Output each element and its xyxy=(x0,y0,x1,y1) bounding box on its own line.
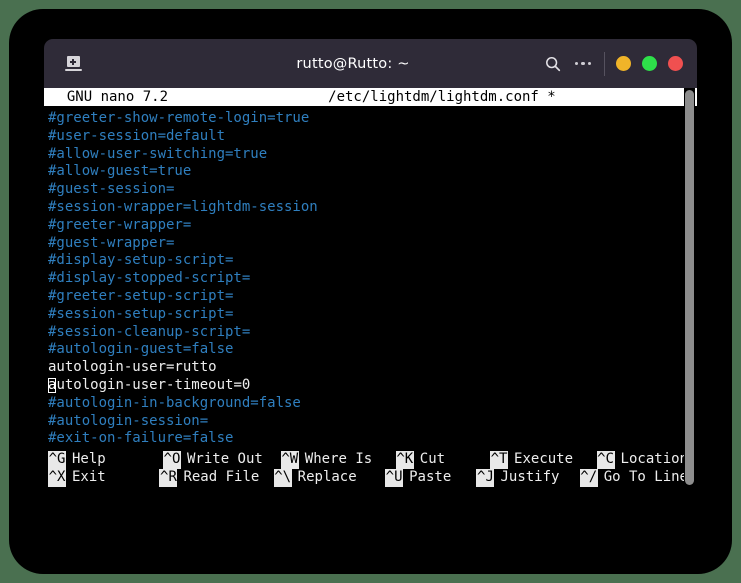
shortcut-label: Replace xyxy=(297,469,357,486)
shortcut-item[interactable]: ^W Where Is xyxy=(280,451,396,470)
editor-line: #allow-guest=true xyxy=(48,163,192,180)
editor-line: #greeter-setup-script= xyxy=(48,287,234,304)
shortcut-item[interactable]: ^U Paste xyxy=(385,469,476,487)
new-terminal-button[interactable] xyxy=(58,49,88,79)
minimize-button[interactable] xyxy=(616,56,631,71)
shortcut-item[interactable]: ^K Cut xyxy=(395,451,490,470)
desktop-frame: rutto@Rutto: ~ GNU nano 7.2 /etc/lightdm… xyxy=(9,9,732,574)
shortcut-item[interactable]: ^G Help xyxy=(48,451,163,470)
editor-line: #session-setup-script= xyxy=(48,305,234,322)
shortcut-item[interactable]: ^T Execute xyxy=(490,451,597,470)
search-button[interactable] xyxy=(538,49,568,79)
editor-line: autologin-user-timeout=0 xyxy=(48,376,251,393)
nano-title-bar: GNU nano 7.2 /etc/lightdm/lightdm.conf * xyxy=(44,88,697,106)
nano-editor[interactable]: GNU nano 7.2 /etc/lightdm/lightdm.conf *… xyxy=(44,88,697,495)
editor-line: #session-wrapper=lightdm-session xyxy=(48,198,318,215)
nano-text-area[interactable]: #greeter-show-remote-login=true #user-ses… xyxy=(44,106,697,448)
editor-line: #exit-on-failure=false xyxy=(48,430,234,447)
window-title: rutto@Rutto: ~ xyxy=(296,55,410,72)
shortcut-label: Write Out xyxy=(186,451,263,468)
scrollbar-thumb[interactable] xyxy=(685,90,694,485)
shortcut-label: Help xyxy=(72,451,106,468)
shortcut-key: ^T xyxy=(490,451,509,470)
menu-button[interactable] xyxy=(568,49,598,79)
shortcut-key: ^X xyxy=(48,469,66,487)
shortcut-label: Exit xyxy=(72,469,106,486)
shortcut-label: Read File xyxy=(183,469,260,486)
shortcut-item[interactable]: ^/ Go To Line xyxy=(579,469,688,487)
editor-line: autologin-user=rutto xyxy=(48,359,217,376)
shortcut-item[interactable]: ^\ Replace xyxy=(273,469,385,487)
editor-line: #guest-session= xyxy=(48,181,175,198)
shortcut-row-1: ^G Help ^O Write Out ^W Where Is ^K Cut ^T Execut… xyxy=(48,451,688,470)
editor-line: #greeter-wrapper= xyxy=(48,216,192,233)
editor-line: #display-setup-script= xyxy=(48,252,234,269)
shortcut-key: ^G xyxy=(48,451,66,470)
shortcut-key: ^U xyxy=(385,469,404,487)
shortcut-item[interactable]: ^J Justify xyxy=(476,469,579,487)
laptop-icon xyxy=(64,56,82,71)
terminal-window: rutto@Rutto: ~ GNU nano 7.2 /etc/lightdm… xyxy=(44,39,697,495)
shortcut-row-2: ^X Exit ^R Read File ^\ Replace ^U Paste ^J Justi… xyxy=(48,469,688,487)
editor-line: #session-cleanup-script= xyxy=(48,323,251,340)
window-controls xyxy=(616,56,683,71)
shortcut-key: ^J xyxy=(476,469,495,487)
window-titlebar: rutto@Rutto: ~ xyxy=(44,39,697,88)
scrollbar-track[interactable] xyxy=(684,88,695,495)
shortcut-item[interactable]: ^C Location xyxy=(596,451,688,470)
maximize-button[interactable] xyxy=(642,56,657,71)
shortcut-label: Where Is xyxy=(304,451,373,468)
editor-line: #greeter-show-remote-login=true xyxy=(48,110,310,126)
shortcut-label: Cut xyxy=(419,451,446,468)
shortcut-key: ^/ xyxy=(579,469,598,487)
shortcut-label: Paste xyxy=(409,469,452,486)
nano-shortcut-bar: ^G Help ^O Write Out ^W Where Is ^K Cut ^T Execut… xyxy=(48,451,688,487)
editor-line: #autologin-in-background=false xyxy=(48,394,301,411)
search-icon xyxy=(546,56,561,71)
shortcut-item[interactable]: ^R Read File xyxy=(159,469,273,487)
shortcut-key: ^\ xyxy=(273,469,292,487)
editor-line: #allow-user-switching=true xyxy=(48,145,268,162)
editor-line: #autologin-session= xyxy=(48,412,209,429)
titlebar-left-group xyxy=(58,49,198,79)
ellipsis-icon xyxy=(575,61,591,66)
shortcut-item[interactable]: ^O Write Out xyxy=(162,451,281,470)
editor-line: #autologin-guest=false xyxy=(48,341,234,358)
titlebar-right-group xyxy=(508,49,683,79)
shortcut-key: ^R xyxy=(159,469,178,487)
shortcut-label: Location xyxy=(620,451,688,468)
editor-line: #user-session=default xyxy=(48,127,226,144)
shortcut-key: ^W xyxy=(280,451,299,470)
shortcut-label: Execute xyxy=(514,451,574,468)
editor-line: #guest-wrapper= xyxy=(48,234,175,251)
editor-line: #display-stopped-script= xyxy=(48,270,251,287)
shortcut-key: ^C xyxy=(596,451,615,470)
shortcut-key: ^O xyxy=(162,451,181,470)
shortcut-key: ^K xyxy=(395,451,414,470)
text-cursor: a xyxy=(48,376,57,393)
shortcut-label: Go To Line xyxy=(603,469,688,486)
shortcut-item[interactable]: ^X Exit xyxy=(48,469,159,487)
titlebar-separator xyxy=(604,51,605,76)
close-button[interactable] xyxy=(668,56,683,71)
shortcut-label: Justify xyxy=(500,469,560,486)
